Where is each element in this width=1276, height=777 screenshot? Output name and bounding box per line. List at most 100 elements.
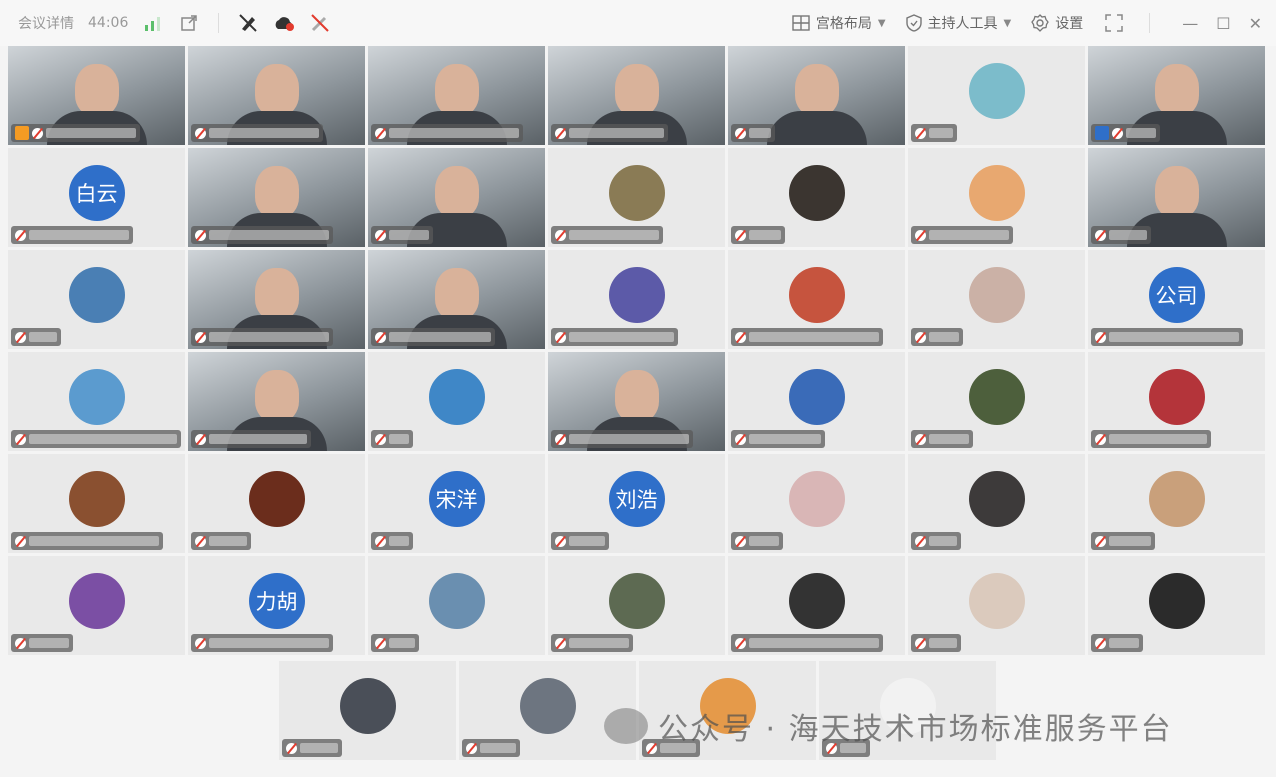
chevron-down-icon: ▼: [1003, 17, 1012, 29]
mic-muted-icon: [195, 229, 206, 241]
participant-tile[interactable]: [728, 46, 905, 145]
participant-name-bar: [191, 532, 251, 550]
participant-name-bar: [191, 634, 333, 652]
participant-name-bar: [371, 328, 495, 346]
participant-tile[interactable]: [728, 454, 905, 553]
participant-tile[interactable]: [908, 454, 1085, 553]
participant-name-redacted: [480, 743, 516, 753]
video-feed-person: [1154, 63, 1199, 116]
participant-tile[interactable]: [8, 454, 185, 553]
popout-icon[interactable]: [178, 12, 200, 34]
participant-avatar: 刘浩: [608, 470, 665, 527]
mic-muted-icon: [195, 535, 206, 547]
participant-name-bar: [731, 430, 825, 448]
participant-tile[interactable]: [8, 250, 185, 349]
participant-avatar: 宋洋: [428, 470, 485, 527]
participant-tile[interactable]: [8, 352, 185, 451]
participant-name-redacted: [1126, 128, 1156, 138]
video-feed-body: [766, 111, 867, 145]
fullscreen-icon[interactable]: [1103, 12, 1125, 34]
mic-muted-icon: [286, 742, 297, 754]
participant-tile[interactable]: [908, 148, 1085, 247]
participant-tile[interactable]: [1088, 454, 1265, 553]
participant-tile[interactable]: [548, 556, 725, 655]
mic-muted-icon: [735, 637, 746, 649]
participant-tile[interactable]: [8, 46, 185, 145]
participant-tile[interactable]: [548, 46, 725, 145]
participant-name-bar: [731, 328, 883, 346]
participant-name-redacted: [569, 638, 629, 648]
participant-row: [8, 352, 1268, 451]
participant-tile[interactable]: 白云: [8, 148, 185, 247]
participant-tile[interactable]: 力胡: [188, 556, 365, 655]
participant-tile[interactable]: [1088, 556, 1265, 655]
participant-name-redacted: [209, 128, 319, 138]
cloud-record-icon[interactable]: [273, 12, 295, 34]
video-feed-person: [434, 267, 479, 320]
meeting-details-link[interactable]: 会议详情: [18, 13, 74, 33]
participant-tile[interactable]: [279, 661, 456, 760]
participant-name-redacted: [29, 230, 129, 240]
maximize-icon[interactable]: ☐: [1216, 14, 1230, 33]
participant-grid: 白云公司宋洋 刘浩力胡: [8, 46, 1268, 658]
annotation-off-icon[interactable]: [237, 12, 259, 34]
participant-name-bar: [551, 226, 663, 244]
minimize-icon[interactable]: —: [1182, 14, 1198, 33]
participant-name-redacted: [389, 230, 429, 240]
interpretation-off-icon[interactable]: [309, 12, 331, 34]
participant-tile[interactable]: [1088, 352, 1265, 451]
participant-tile[interactable]: [728, 148, 905, 247]
participant-avatar: [339, 677, 396, 734]
close-icon[interactable]: ✕: [1249, 14, 1262, 33]
participant-tile[interactable]: [368, 352, 545, 451]
mic-muted-icon: [735, 127, 746, 139]
participant-tile[interactable]: [368, 556, 545, 655]
participant-tile[interactable]: [908, 352, 1085, 451]
participant-name-bar: [1091, 124, 1160, 142]
participant-tile[interactable]: [548, 250, 725, 349]
participant-tile[interactable]: [728, 250, 905, 349]
participant-name-bar: [11, 226, 133, 244]
participant-tile[interactable]: [8, 556, 185, 655]
participant-tile[interactable]: [188, 148, 365, 247]
participant-name-bar: [911, 532, 961, 550]
participant-name-redacted: [569, 128, 664, 138]
participant-tile[interactable]: [368, 46, 545, 145]
participant-tile[interactable]: [188, 352, 365, 451]
mic-icon: [32, 127, 43, 139]
participant-tile[interactable]: [1088, 148, 1265, 247]
host-tools-label: 主持人工具: [927, 16, 998, 32]
mic-muted-icon: [195, 331, 206, 343]
participant-tile[interactable]: 刘浩: [548, 454, 725, 553]
participant-tile[interactable]: [908, 46, 1085, 145]
shield-icon: [905, 14, 922, 32]
participant-tile[interactable]: [188, 454, 365, 553]
participant-tile[interactable]: [188, 250, 365, 349]
participant-avatar: 公司: [1148, 266, 1205, 323]
participant-avatar: [968, 164, 1025, 221]
participant-tile[interactable]: 公司: [1088, 250, 1265, 349]
grid-layout-button[interactable]: 宫格布局 ▼: [792, 13, 886, 33]
participant-tile[interactable]: [908, 250, 1085, 349]
participant-name-redacted: [1109, 638, 1139, 648]
participant-name-bar: [731, 634, 883, 652]
participant-tile[interactable]: 宋洋: [368, 454, 545, 553]
participant-tile[interactable]: [728, 352, 905, 451]
participant-name-redacted: [1109, 434, 1207, 444]
participant-name-bar: [191, 226, 333, 244]
participant-tile[interactable]: [368, 148, 545, 247]
participant-tile[interactable]: [548, 148, 725, 247]
participant-tile[interactable]: [368, 250, 545, 349]
video-feed-person: [614, 63, 659, 116]
participant-row: 白云: [8, 148, 1268, 247]
participant-name-redacted: [749, 332, 879, 342]
participant-tile[interactable]: [548, 352, 725, 451]
participant-tile[interactable]: [188, 46, 365, 145]
settings-button[interactable]: 设置: [1031, 13, 1083, 33]
participant-avatar: [1148, 572, 1205, 629]
participant-tile[interactable]: [908, 556, 1085, 655]
signal-icon[interactable]: [142, 12, 164, 34]
participant-tile[interactable]: [1088, 46, 1265, 145]
host-tools-button[interactable]: 主持人工具 ▼: [905, 13, 1012, 33]
participant-tile[interactable]: [728, 556, 905, 655]
